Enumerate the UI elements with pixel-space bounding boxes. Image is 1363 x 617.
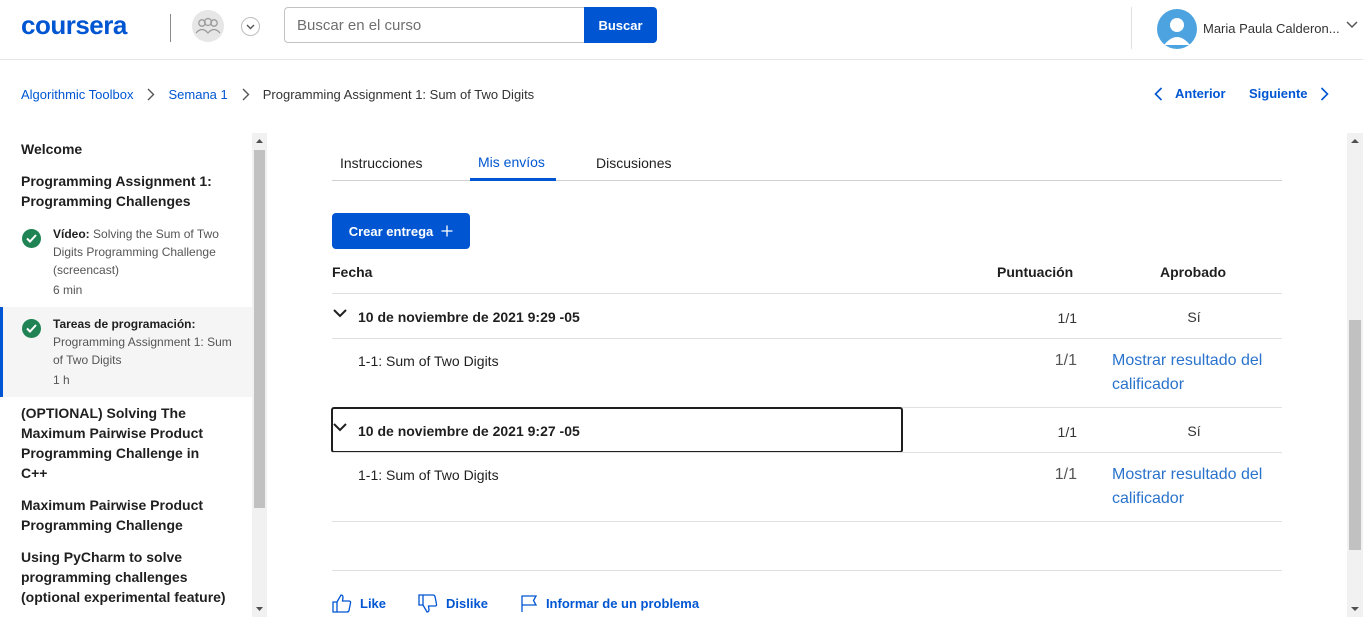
column-header-date: Fecha <box>332 264 373 280</box>
sidebar-section-optional-cpp[interactable]: (OPTIONAL) Solving The Maximum Pairwise … <box>21 403 226 483</box>
completed-check-icon <box>22 229 41 248</box>
scroll-down-icon <box>1351 607 1359 611</box>
search-button[interactable]: Buscar <box>584 7 657 43</box>
divider <box>332 521 1282 522</box>
group-icon <box>195 17 221 34</box>
thumbs-down-icon <box>418 594 438 613</box>
chevron-right-icon <box>1320 86 1329 101</box>
item-title: Programming Assignment 1: Sum of Two Dig… <box>53 335 232 367</box>
show-grader-output-link[interactable]: Mostrar resultado del calificador <box>1112 349 1282 397</box>
sidebar-item-video[interactable]: Vídeo: Solving the Sum of Two Digits Pro… <box>0 219 252 305</box>
coursera-logo[interactable]: coursera <box>21 10 127 41</box>
next-link[interactable]: Siguiente <box>1249 86 1329 101</box>
submission-date[interactable]: 10 de noviembre de 2021 9:29 -05 <box>358 309 580 325</box>
user-icon <box>1164 18 1190 45</box>
sidebar-item-video-text: Vídeo: Solving the Sum of Two Digits Pro… <box>53 225 233 299</box>
report-problem-label: Informar de un problema <box>545 596 700 611</box>
submission-score: 1/1 <box>1057 424 1077 440</box>
like-button[interactable]: Like <box>332 594 386 613</box>
divider <box>332 293 1282 294</box>
create-submission-label: Crear entrega <box>348 223 434 239</box>
divider <box>332 338 1282 339</box>
column-header-passed: Aprobado <box>1160 264 1227 280</box>
page-scrollbar-thumb[interactable] <box>1349 320 1361 550</box>
chevron-right-icon <box>147 88 155 101</box>
chevron-down-icon[interactable] <box>333 309 347 318</box>
chevron-right-icon <box>242 88 250 101</box>
header-divider <box>170 14 171 42</box>
previous-label: Anterior <box>1175 86 1226 101</box>
like-label: Like <box>360 596 387 611</box>
sidebar-section-max-pairwise[interactable]: Maximum Pairwise Product Programming Cha… <box>21 495 226 535</box>
report-problem-button[interactable]: Informar de un problema <box>520 594 699 613</box>
dislike-button[interactable]: Dislike <box>418 594 488 613</box>
previous-link[interactable]: Anterior <box>1154 86 1226 101</box>
breadcrumb-week[interactable]: Semana 1 <box>168 87 227 102</box>
item-duration: 6 min <box>53 283 83 297</box>
group-avatar[interactable] <box>192 10 224 42</box>
chevron-down-icon[interactable] <box>333 423 347 432</box>
submission-date[interactable]: 10 de noviembre de 2021 9:27 -05 <box>358 423 580 439</box>
course-search-input[interactable] <box>284 7 585 43</box>
sidebar-scrollbar[interactable] <box>252 133 267 617</box>
top-header: coursera Buscar Maria Paula Calderon... <box>0 0 1363 60</box>
scroll-up-icon <box>256 139 263 143</box>
user-avatar[interactable] <box>1157 9 1197 49</box>
breadcrumb: Algorithmic Toolbox Semana 1 Programming… <box>21 85 534 103</box>
user-name[interactable]: Maria Paula Calderon... <box>1203 21 1343 36</box>
sidebar-section-programming-challenges[interactable]: Programming Assignment 1: Programming Ch… <box>21 171 241 211</box>
breadcrumb-current: Programming Assignment 1: Sum of Two Dig… <box>262 86 535 102</box>
part-score: 1/1 <box>1054 466 1077 483</box>
sidebar-item-assignment[interactable]: Tareas de programación: Programming Assi… <box>0 307 252 397</box>
group-dropdown-button[interactable] <box>241 17 260 36</box>
submission-passed: Sí <box>1187 309 1201 325</box>
scroll-up-icon <box>1351 139 1359 143</box>
dislike-label: Dislike <box>446 596 488 611</box>
chevron-left-icon <box>1154 86 1163 101</box>
course-sidebar: Welcome Programming Assignment 1: Progra… <box>0 133 252 617</box>
feedback-actions: Like Dislike Informar de un problema <box>332 594 731 613</box>
divider <box>332 570 1282 571</box>
next-label: Siguiente <box>1249 86 1308 101</box>
tab-mis-envios[interactable]: Mis envíos <box>470 145 556 181</box>
submission-passed: Sí <box>1187 423 1201 439</box>
part-name: 1-1: Sum of Two Digits <box>358 353 499 369</box>
divider <box>332 452 1282 453</box>
create-submission-button[interactable]: Crear entrega <box>332 213 470 249</box>
chevron-down-icon[interactable] <box>1346 21 1358 29</box>
sidebar-section-welcome[interactable]: Welcome <box>21 139 241 159</box>
sidebar-item-assignment-text: Tareas de programación: Programming Assi… <box>53 315 233 389</box>
submission-tabs: Instrucciones Mis envíos Discusiones <box>332 133 1282 181</box>
sidebar-scrollbar-thumb[interactable] <box>254 150 265 508</box>
chevron-down-icon <box>246 24 255 29</box>
page-scrollbar[interactable] <box>1347 133 1363 617</box>
part-score: 1/1 <box>1054 352 1077 369</box>
tab-discusiones[interactable]: Discusiones <box>596 145 671 181</box>
flag-icon <box>521 595 538 612</box>
submission-score: 1/1 <box>1057 310 1077 326</box>
plus-icon <box>441 225 453 237</box>
scroll-down-icon <box>256 607 263 611</box>
header-divider-right <box>1131 7 1132 49</box>
item-duration: 1 h <box>53 373 70 387</box>
show-grader-output-link[interactable]: Mostrar resultado del calificador <box>1112 463 1282 511</box>
item-type: Tareas de programación: <box>53 317 196 331</box>
part-name: 1-1: Sum of Two Digits <box>358 467 499 483</box>
breadcrumb-course[interactable]: Algorithmic Toolbox <box>21 87 133 102</box>
sidebar-section-pycharm[interactable]: Using PyCharm to solve programming chall… <box>21 547 226 607</box>
column-header-score: Puntuación <box>997 264 1074 280</box>
item-type: Vídeo: <box>53 227 90 241</box>
completed-check-icon <box>22 319 41 338</box>
tab-instrucciones[interactable]: Instrucciones <box>340 145 422 181</box>
thumbs-up-icon <box>332 594 352 613</box>
